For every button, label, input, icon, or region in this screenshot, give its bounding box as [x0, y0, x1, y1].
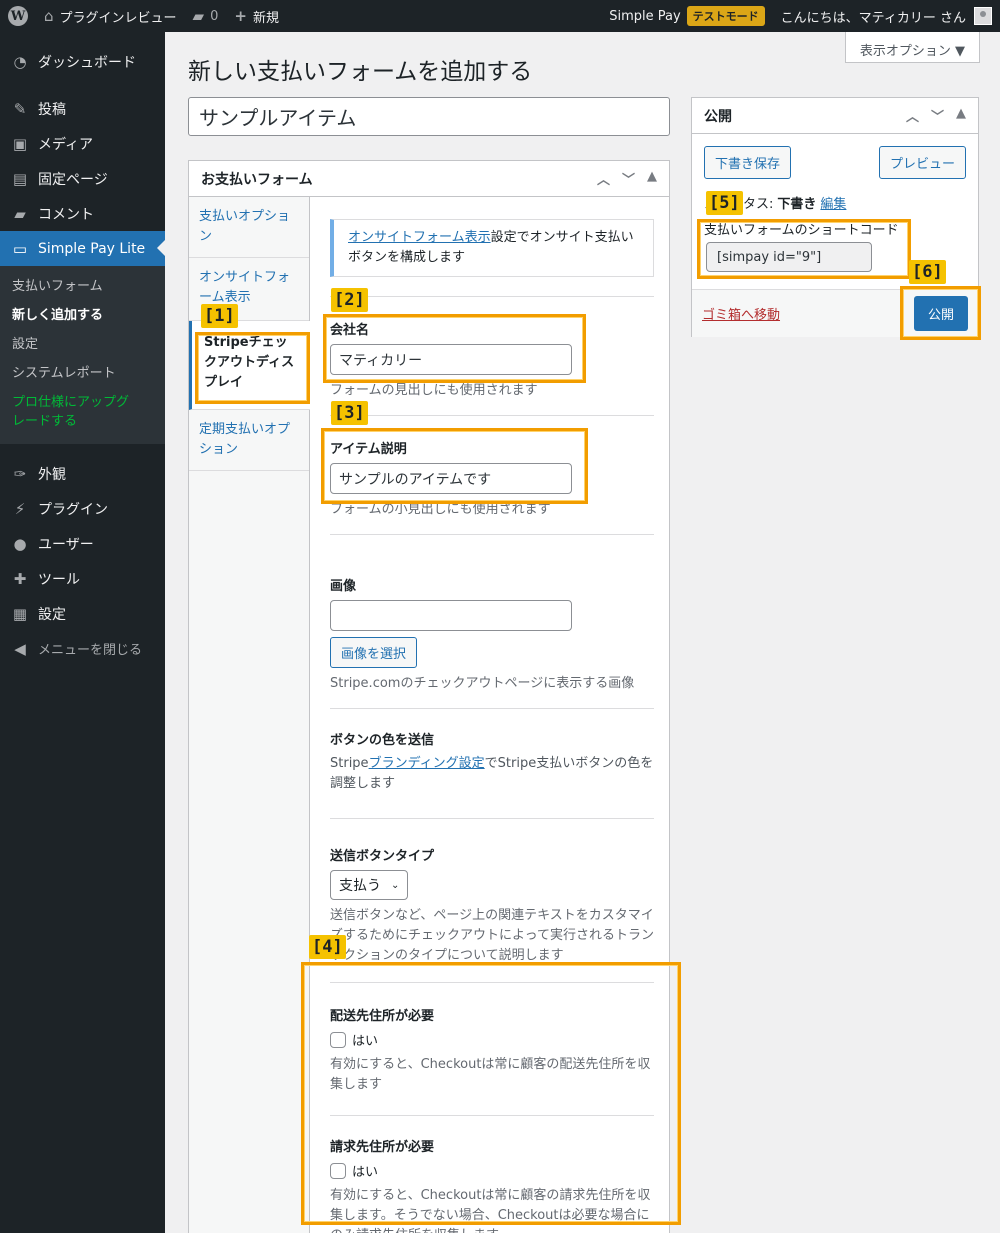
company-name-input[interactable]: マティカリー: [330, 344, 572, 375]
tab-recurring-options[interactable]: 定期支払いオプション: [189, 410, 309, 471]
callout-tag-2: [2]: [331, 288, 368, 312]
billing-checkbox[interactable]: [330, 1162, 346, 1179]
submenu-payment-forms[interactable]: 支払いフォーム: [0, 272, 165, 301]
settings-tabs: 支払いオプション オンサイトフォーム表示 Stripeチェックアウトディスプレイ…: [189, 197, 310, 1233]
billing-address-field: 請求先住所が必要 はい 有効にすると、Checkoutは常に顧客の請求先住所を収…: [330, 1140, 651, 1233]
test-mode-badge: テストモード: [686, 6, 765, 26]
payment-form-postbox: お支払いフォーム ︿ ﹀ ▲ 支払いオプション オンサイトフォーム表示 Stri…: [188, 160, 670, 1233]
plugin-icon: ⚡: [14, 499, 26, 518]
pin-icon: ✎: [13, 99, 27, 118]
tab-payment-options[interactable]: 支払いオプション: [189, 197, 309, 258]
publish-title: 公開: [704, 108, 732, 125]
toggle-panel-icon[interactable]: ▲: [647, 169, 657, 188]
new-content-link[interactable]: + 新規: [226, 0, 287, 32]
toggle-panel-icon[interactable]: ▲: [956, 106, 966, 125]
plus-icon: +: [234, 7, 247, 25]
site-name-link[interactable]: ⌂ プラグインレビュー: [36, 0, 185, 32]
move-to-trash-link[interactable]: ゴミ箱へ移動: [702, 304, 780, 323]
onsite-form-link[interactable]: オンサイトフォーム表示: [348, 230, 491, 245]
info-notice: オンサイトフォーム表示設定でオンサイト支払いボタンを構成します: [330, 219, 654, 277]
account-menu[interactable]: こんにちは、マティカリー さん: [773, 0, 1000, 32]
user-icon: ●: [13, 534, 27, 553]
item-description-field: アイテム説明 サンプルのアイテムです フォームの小見出しにも使用されます: [330, 416, 654, 535]
image-field: 画像 画像を選択 Stripe.comのチェックアウトページに表示する画像: [330, 535, 654, 709]
move-down-icon[interactable]: ﹀: [931, 106, 944, 125]
select-image-button[interactable]: 画像を選択: [330, 637, 418, 668]
admin-sidebar: ◔ ダッシュボード ✎ 投稿 ▣ メディア ▤ 固定ページ ▰ コメント ▭ Simple …: [0, 32, 165, 1233]
preview-button[interactable]: プレビュー: [878, 146, 966, 179]
branding-settings-link[interactable]: ブランディング設定: [369, 756, 485, 771]
chevron-down-icon: ⌄: [391, 879, 400, 891]
page-title: 新しい支払いフォームを追加する: [188, 59, 533, 85]
submenu-upgrade[interactable]: プロ仕様にアップグレードする: [0, 388, 150, 436]
menu-settings[interactable]: ▦ 設定: [0, 596, 165, 631]
menu-plugins[interactable]: ⚡ プラグイン: [0, 491, 165, 526]
menu-dashboard[interactable]: ◔ ダッシュボード: [0, 44, 165, 79]
menu-pages[interactable]: ▤ 固定ページ: [0, 161, 165, 196]
callout-tag-3: [3]: [331, 401, 368, 425]
menu-users[interactable]: ● ユーザー: [0, 526, 165, 561]
callout-tag-6: [6]: [909, 260, 946, 284]
menu-posts[interactable]: ✎ 投稿: [0, 91, 165, 126]
save-draft-button[interactable]: 下書き保存: [704, 146, 792, 179]
menu-simple-pay-lite[interactable]: ▭ Simple Pay Lite: [0, 231, 165, 266]
settings-icon: ▦: [12, 604, 28, 623]
callout-tag-5: [5]: [706, 191, 743, 215]
brush-icon: ✑: [13, 464, 27, 483]
move-down-icon[interactable]: ﹀: [622, 169, 635, 188]
company-name-field: 会社名 マティカリー フォームの見出しにも使用されます: [330, 297, 654, 416]
wrench-icon: ✚: [13, 569, 27, 588]
avatar: [974, 7, 992, 25]
collapse-menu-button[interactable]: ◀ メニューを閉じる: [0, 631, 165, 666]
shipping-address-field: 配送先住所が必要 はい 有効にすると、Checkoutは常に顧客の配送先住所を収…: [330, 983, 654, 1116]
submit-type-select[interactable]: 支払う ⌄: [330, 870, 409, 900]
shipping-checkbox[interactable]: [330, 1031, 346, 1048]
menu-tools[interactable]: ✚ ツール: [0, 561, 165, 596]
menu-appearance[interactable]: ✑ 外観: [0, 456, 165, 491]
submenu-add-new[interactable]: 新しく追加する: [0, 301, 165, 330]
form-title-input[interactable]: サンプルアイテム: [188, 97, 670, 136]
dashboard-icon: ◔: [13, 52, 27, 71]
edit-status-link[interactable]: 編集: [820, 193, 846, 212]
submenu-system-report[interactable]: システムレポート: [0, 359, 165, 388]
image-url-input[interactable]: [330, 600, 572, 631]
simple-pay-submenu: 支払いフォーム 新しく追加する 設定 システムレポート プロ仕様にアップグレード…: [0, 266, 165, 444]
page-icon: ▤: [12, 169, 28, 188]
submit-type-field: 送信ボタンタイプ 支払う ⌄ 送信ボタンなど、ページ上の関連テキストをカスタマイズ…: [330, 819, 654, 983]
media-icon: ▣: [12, 134, 28, 153]
publish-header: 公開 ︿ ﹀ ▲: [692, 98, 978, 134]
postbox-header: お支払いフォーム ︿ ﹀ ▲: [189, 161, 669, 197]
wordpress-logo-icon[interactable]: W: [0, 0, 36, 32]
move-up-icon[interactable]: ︿: [906, 106, 919, 125]
item-description-input[interactable]: サンプルのアイテムです: [330, 463, 572, 494]
shortcode-label: 支払いフォームのショートコード: [704, 223, 899, 238]
callout-tag-1: [1]: [201, 304, 238, 328]
menu-comments[interactable]: ▰ コメント: [0, 196, 165, 231]
collapse-arrow-icon: ◀: [14, 639, 26, 658]
postbox-title: お支払いフォーム: [201, 171, 313, 188]
publish-button[interactable]: 公開: [913, 296, 968, 331]
callout-tag-4: [4]: [309, 935, 346, 959]
settings-panel: オンサイトフォーム表示設定でオンサイト支払いボタンを構成します 会社名 マティカ…: [310, 197, 671, 1233]
comments-link[interactable]: ▰ 0: [185, 0, 227, 32]
submenu-settings[interactable]: 設定: [0, 330, 165, 359]
screen-options-button[interactable]: 表示オプション ▼: [844, 32, 980, 63]
home-icon: ⌂: [44, 7, 54, 25]
simple-pay-menu[interactable]: Simple Pay テストモード: [601, 0, 772, 32]
menu-media[interactable]: ▣ メディア: [0, 126, 165, 161]
move-up-icon[interactable]: ︿: [597, 169, 610, 188]
admin-bar: W ⌂ プラグインレビュー ▰ 0 + 新規 Simple Pay テストモード こんに…: [0, 0, 1000, 32]
tab-stripe-checkout-display[interactable]: Stripeチェックアウトディスプレイ: [189, 321, 310, 410]
comment-icon: ▰: [14, 204, 26, 223]
shortcode-field[interactable]: [simpay id="9"]: [706, 242, 872, 272]
publish-postbox: 公開 ︿ ﹀ ▲ 下書き保存 プレビュー ステータス: 下書き 編集 支払いフォ…: [691, 97, 979, 337]
comment-icon: ▰: [192, 7, 205, 25]
button-color-field: ボタンの色を送信 Stripeブランディング設定でStripe支払いボタンの色を…: [330, 709, 654, 819]
credit-card-icon: ▭: [12, 239, 28, 258]
publish-footer: ゴミ箱へ移動 公開: [692, 289, 978, 337]
